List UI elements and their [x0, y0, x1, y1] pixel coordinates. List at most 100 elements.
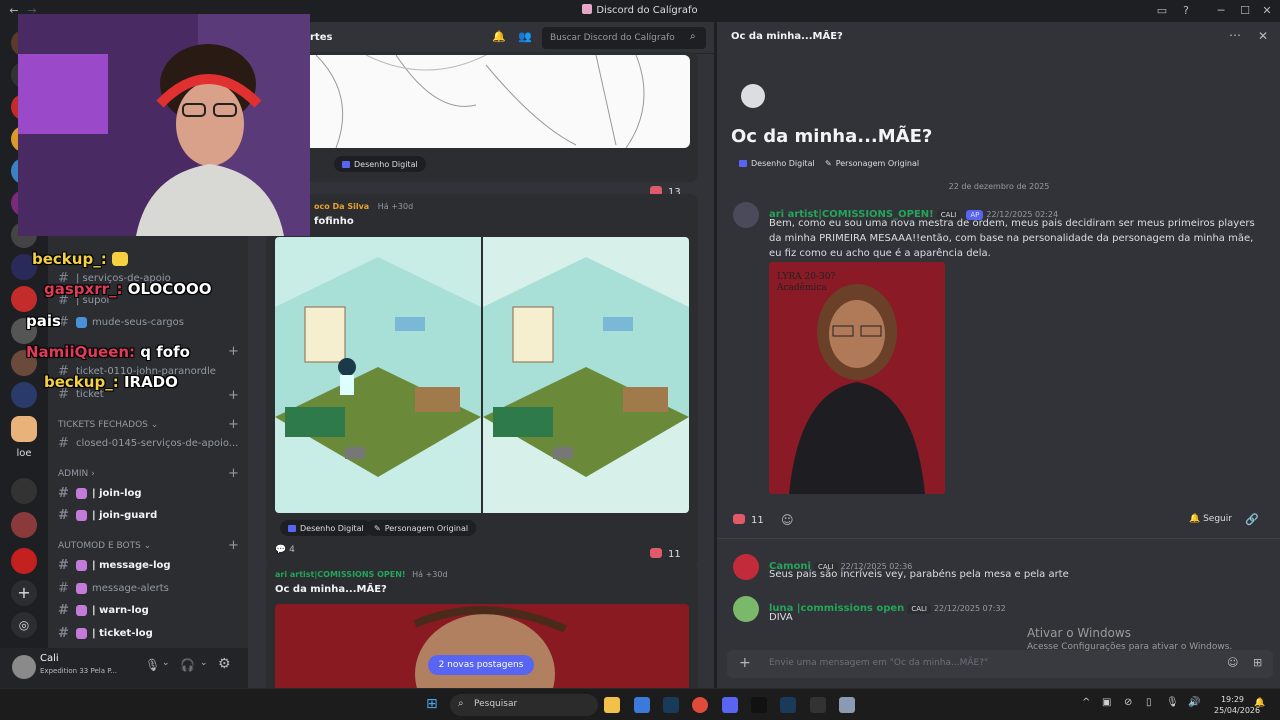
channel-item[interactable]: # mude-seus-cargos — [58, 312, 184, 332]
character-portrait — [769, 262, 945, 494]
headphones-icon[interactable]: 🎧 — [180, 658, 195, 672]
channel-item[interactable]: # | warn-log — [58, 600, 149, 620]
new-posts-pill[interactable]: 2 novas postagens — [428, 655, 534, 675]
apps-icon[interactable]: ⊞ — [1253, 656, 1262, 669]
channel-item[interactable]: # message-alerts — [58, 578, 169, 598]
search-icon[interactable]: ⌕ — [690, 31, 696, 42]
server-icon[interactable] — [11, 286, 37, 312]
add-reaction-icon[interactable]: ☺ — [781, 513, 794, 527]
app-window: ← → Discord do Calígrafo ▭ ? ─ ☐ ✕ loe +… — [0, 0, 1280, 720]
link-icon[interactable]: 🔗 — [1245, 513, 1259, 526]
server-icon[interactable] — [11, 548, 37, 574]
tray-chevron-icon[interactable]: ^ — [1082, 697, 1090, 708]
message-input[interactable]: + Envie uma mensagem em "Oc da minha...M… — [727, 650, 1273, 678]
add-attachment-icon[interactable]: + — [739, 655, 751, 671]
store-icon[interactable] — [634, 697, 650, 713]
server-icon[interactable] — [11, 382, 37, 408]
post-tag[interactable]: Desenho Digital — [280, 520, 372, 536]
volume-icon[interactable]: 🔊 — [1188, 697, 1200, 708]
pencil-icon: ✎ — [825, 158, 832, 168]
steam-icon[interactable] — [663, 697, 679, 713]
network-icon[interactable]: ⊘ — [1124, 697, 1132, 708]
post-image[interactable] — [483, 237, 689, 513]
add-channel-icon[interactable]: + — [228, 538, 239, 553]
chrome-icon[interactable] — [692, 697, 708, 713]
steam-icon[interactable] — [780, 697, 796, 713]
category-tickets[interactable]: TICKETS FECHADOS ⌄ — [58, 420, 158, 430]
follow-button[interactable]: 🔔 Seguir — [1189, 514, 1232, 524]
add-channel-icon[interactable]: + — [228, 344, 239, 359]
channel-item[interactable]: # closed-0145-serviços-de-apoio... — [58, 433, 238, 453]
date-divider: 22 de dezembro de 2025 — [948, 182, 1050, 191]
avatar[interactable] — [733, 596, 759, 622]
help-icon[interactable]: ? — [1178, 3, 1194, 19]
discord-icon[interactable] — [722, 697, 738, 713]
maximize-icon[interactable]: ☐ — [1237, 3, 1253, 19]
post-author[interactable]: oco Da Silva — [314, 202, 369, 211]
add-channel-icon[interactable]: + — [228, 466, 239, 481]
forum-post[interactable]: oco Da Silva Há +30d fofinho Desenho Dig… — [266, 194, 698, 568]
emoji-icon[interactable]: ☺ — [1227, 656, 1238, 669]
app-icon — [582, 4, 593, 14]
forum-post[interactable]: art Desenho Digital 13 — [264, 52, 698, 198]
explore-icon[interactable]: ◎ — [11, 612, 37, 638]
brush-icon — [288, 524, 296, 532]
channel-item[interactable]: # | ticket-log — [58, 623, 153, 643]
notifications-icon[interactable]: 🔔 — [1254, 698, 1265, 708]
close-window-icon[interactable]: ✕ — [1259, 3, 1275, 19]
app-icon[interactable] — [839, 697, 855, 713]
server-icon[interactable] — [11, 512, 37, 538]
bell-icon[interactable]: 🔔 — [492, 30, 506, 43]
chevron-down-icon[interactable]: ⌄ — [162, 658, 170, 668]
post-image[interactable] — [275, 237, 481, 513]
members-icon[interactable]: 👥 — [518, 30, 532, 43]
server-label[interactable]: loe — [0, 448, 48, 459]
taskbar-search[interactable]: ⌕ Pesquisar — [450, 694, 598, 716]
post-image[interactable] — [276, 55, 690, 148]
windows-start-icon[interactable]: ⊞ — [426, 696, 442, 712]
post-tag[interactable]: Desenho Digital — [334, 156, 426, 172]
avatar[interactable] — [12, 655, 36, 679]
channel-item[interactable]: # | join-guard — [58, 505, 157, 525]
tray-icon[interactable]: ▣ — [1102, 697, 1111, 708]
terminal-icon[interactable] — [751, 697, 767, 713]
message-reactions[interactable]: 11 — [733, 514, 764, 526]
app-icon[interactable] — [810, 697, 826, 713]
post-reactions[interactable]: 11 — [650, 548, 681, 560]
file-explorer-icon[interactable] — [604, 697, 620, 713]
art-caption: LYRA 20-30? Acadêmica — [777, 272, 836, 293]
usb-icon[interactable]: ▯ — [1146, 697, 1152, 708]
avatar[interactable] — [733, 202, 759, 228]
close-icon[interactable]: ✕ — [1258, 29, 1268, 43]
thread-tag[interactable]: Desenho Digital — [731, 155, 823, 171]
microphone-icon[interactable]: 🎙 — [145, 658, 160, 672]
chevron-down-icon[interactable]: ⌄ — [200, 658, 208, 668]
gear-icon[interactable]: ⚙ — [218, 656, 231, 672]
thread-tag[interactable]: ✎ Personagem Original — [817, 155, 927, 171]
search-input[interactable]: Buscar Discord do Calígrafo — [542, 27, 706, 49]
more-icon[interactable]: ⋯ — [1229, 28, 1241, 42]
server-icon[interactable] — [11, 478, 37, 504]
role-badge: CALI — [907, 604, 931, 614]
message-image[interactable]: LYRA 20-30? Acadêmica — [769, 262, 945, 494]
add-channel-icon[interactable]: + — [228, 417, 239, 432]
post-image[interactable] — [275, 604, 689, 692]
server-icon-active[interactable] — [11, 416, 37, 442]
inbox-icon[interactable]: ▭ — [1154, 3, 1170, 19]
minimize-icon[interactable]: ─ — [1213, 3, 1229, 19]
avatar[interactable] — [733, 554, 759, 580]
channel-emoji-icon — [76, 604, 87, 616]
post-tag[interactable]: ✎ Personagem Original — [366, 520, 477, 536]
pixel-room-drawing — [275, 257, 481, 477]
category-automod[interactable]: AUTOMOD E BOTS ⌄ — [58, 541, 151, 551]
add-server-icon[interactable]: + — [11, 580, 37, 606]
add-channel-icon[interactable]: + — [228, 388, 239, 403]
pencil-icon: ✎ — [374, 523, 381, 533]
clock[interactable]: 19:29 25/04/2026 — [1214, 694, 1260, 716]
microphone-icon[interactable]: 🎙 — [1166, 697, 1179, 708]
category-admin[interactable]: ADMIN › — [58, 469, 95, 479]
post-author[interactable]: ari artist|COMISSIONS OPEN! — [275, 570, 406, 579]
channel-item[interactable]: # | message-log — [58, 555, 171, 575]
channel-emoji-icon — [76, 509, 87, 521]
channel-item[interactable]: # | join-log — [58, 483, 142, 503]
